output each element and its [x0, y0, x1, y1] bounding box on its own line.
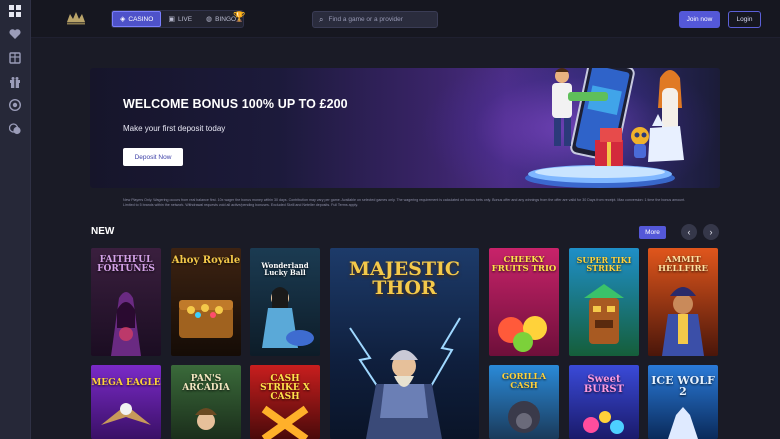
product-switcher: ◈ CASINO ▣ LIVE ◍ BINGO: [111, 10, 245, 28]
tab-live[interactable]: ▣ LIVE: [161, 11, 199, 27]
next-button[interactable]: ›: [703, 224, 719, 240]
more-button[interactable]: More: [639, 226, 666, 239]
game-title: MAJESTIC THOR: [348, 258, 461, 299]
game-tile-ice-wolf-2[interactable]: ICE WOLF 2: [648, 365, 718, 439]
search-icon: ⌕: [319, 14, 324, 24]
tab-casino[interactable]: ◈ CASINO: [112, 11, 162, 27]
hero-illustration: [525, 68, 684, 188]
game-title: AMMIT HELLFIRE: [657, 255, 709, 274]
trophy-icon[interactable]: 🏆: [233, 12, 245, 23]
game-tile-sweet-burst[interactable]: Sweet BURST: [569, 365, 639, 439]
bonus-terms: New Players Only. Wagering occurs from r…: [123, 198, 686, 207]
game-title: CASH STRIKE X CASH: [260, 374, 310, 402]
coins-icon[interactable]: [8, 122, 22, 136]
game-title: Ahoy Royale: [171, 255, 241, 266]
game-title: Wonderland Lucky Ball: [261, 261, 309, 277]
search-box[interactable]: ⌕: [312, 11, 438, 28]
prev-button[interactable]: ‹: [681, 224, 697, 240]
sidebar: [0, 0, 31, 439]
join-now-button[interactable]: Join now: [679, 11, 720, 28]
game-title: MEGA EAGLE: [91, 378, 161, 388]
game-tile-cheeky-fruits-trio[interactable]: CHEEKY FRUITS TRIO: [489, 248, 559, 356]
game-title: SUPER TIKI STRIKE: [576, 255, 632, 273]
hero-subtitle: Make your first deposit today: [123, 124, 226, 133]
hero-title: WELCOME BONUS 100% UP TO £200: [123, 97, 348, 111]
game-tile-gorilla-cash[interactable]: GORILLA CASH: [489, 365, 559, 439]
hero-banner[interactable]: WELCOME BONUS 100% UP TO £200 Make your …: [90, 68, 720, 188]
live-icon: ▣: [168, 16, 175, 23]
gift-box-icon[interactable]: [8, 51, 22, 65]
game-tile-wonderland-lucky-ball[interactable]: Wonderland Lucky Ball: [250, 248, 320, 356]
chevron-left-icon: ‹: [687, 227, 691, 237]
game-tile-mega-eagle[interactable]: MEGA EAGLE: [91, 365, 161, 439]
casino-icon: ◈: [120, 16, 126, 23]
game-title: GORILLA CASH: [501, 372, 547, 391]
game-tile-super-tiki-strike[interactable]: SUPER TIKI STRIKE: [569, 248, 639, 356]
top-bar: ◈ CASINO ▣ LIVE ◍ BINGO 🏆 ⌕ Join now Log…: [31, 0, 780, 38]
game-tile-ammit-hellfire[interactable]: AMMIT HELLFIRE: [648, 248, 718, 356]
game-tile-majestic-thor[interactable]: MAJESTIC THOR: [330, 248, 479, 439]
game-art: [101, 403, 151, 425]
game-title: PAN'S ARCADIA: [182, 374, 230, 393]
deposit-now-button[interactable]: Deposit Now: [123, 148, 183, 166]
bingo-icon: ◍: [206, 16, 213, 23]
login-button[interactable]: Login: [728, 11, 761, 28]
chip-icon[interactable]: [8, 98, 22, 112]
brand-logo[interactable]: [65, 10, 87, 26]
game-title: FAITHFUL FORTUNES: [97, 255, 155, 274]
grid-icon[interactable]: [8, 4, 22, 18]
search-input[interactable]: [328, 16, 429, 23]
game-title: Sweet BURST: [583, 374, 625, 395]
section-title-new: NEW: [91, 226, 115, 237]
tab-live-label: LIVE: [177, 15, 193, 23]
heart-icon[interactable]: [8, 27, 22, 41]
game-tile-pans-arcadia[interactable]: PAN'S ARCADIA: [171, 365, 241, 439]
chevron-right-icon: ›: [709, 227, 713, 237]
tab-casino-label: CASINO: [128, 15, 154, 23]
game-title: CHEEKY FRUITS TRIO: [491, 255, 557, 274]
gift-icon[interactable]: [8, 75, 22, 89]
game-title: ICE WOLF 2: [651, 374, 715, 398]
game-tile-ahoy-royale[interactable]: Ahoy Royale: [171, 248, 241, 356]
game-tile-cash-strike-x-cash[interactable]: CASH STRIKE X CASH: [250, 365, 320, 439]
game-tile-faithful-fortunes[interactable]: FAITHFUL FORTUNES: [91, 248, 161, 356]
